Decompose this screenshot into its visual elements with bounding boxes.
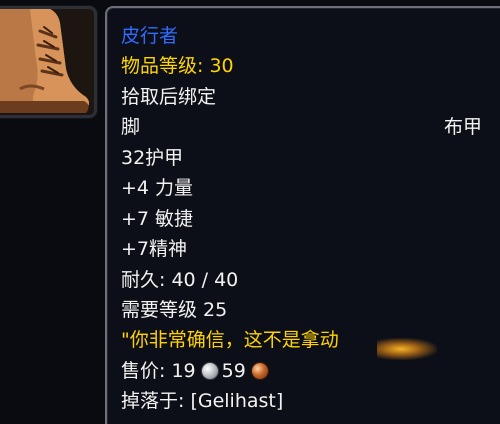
silver-coin-icon	[201, 363, 218, 379]
drop-source: 掉落于: [Gelihast]	[121, 390, 284, 412]
item-slot: 脚	[121, 116, 141, 138]
item-tooltip-screen: 皮行者 物品等级: 30 拾取后绑定 脚 布甲 32护甲 +4 力量 +7 敏捷…	[0, 0, 500, 424]
armor-type: 布甲	[443, 116, 482, 138]
durability: 耐久: 40 / 40	[121, 269, 239, 291]
copper-coin-icon	[251, 363, 268, 379]
item-name: 皮行者	[121, 25, 179, 47]
item-icon-slot[interactable]	[0, 6, 97, 118]
sell-price: 售价: 19 59	[121, 359, 272, 383]
light-glare	[377, 338, 437, 360]
armor-value: 32护甲	[121, 147, 184, 169]
item-tooltip: 皮行者 物品等级: 30 拾取后绑定 脚 布甲 32护甲 +4 力量 +7 敏捷…	[105, 6, 500, 424]
stat-strength: +4 力量	[121, 177, 194, 199]
stat-spirit: +7精神	[121, 238, 188, 260]
leather-boot-icon	[0, 9, 94, 115]
binding-text: 拾取后绑定	[121, 86, 217, 108]
item-level: 物品等级: 30	[121, 55, 234, 77]
stat-agility: +7 敏捷	[121, 208, 194, 230]
sell-price-label: 售价: 19	[121, 360, 196, 382]
required-level: 需要等级 25	[121, 299, 228, 321]
flavor-text: "你非常确信，这不是拿动	[121, 329, 339, 351]
sell-price-copper: 59	[221, 360, 246, 382]
